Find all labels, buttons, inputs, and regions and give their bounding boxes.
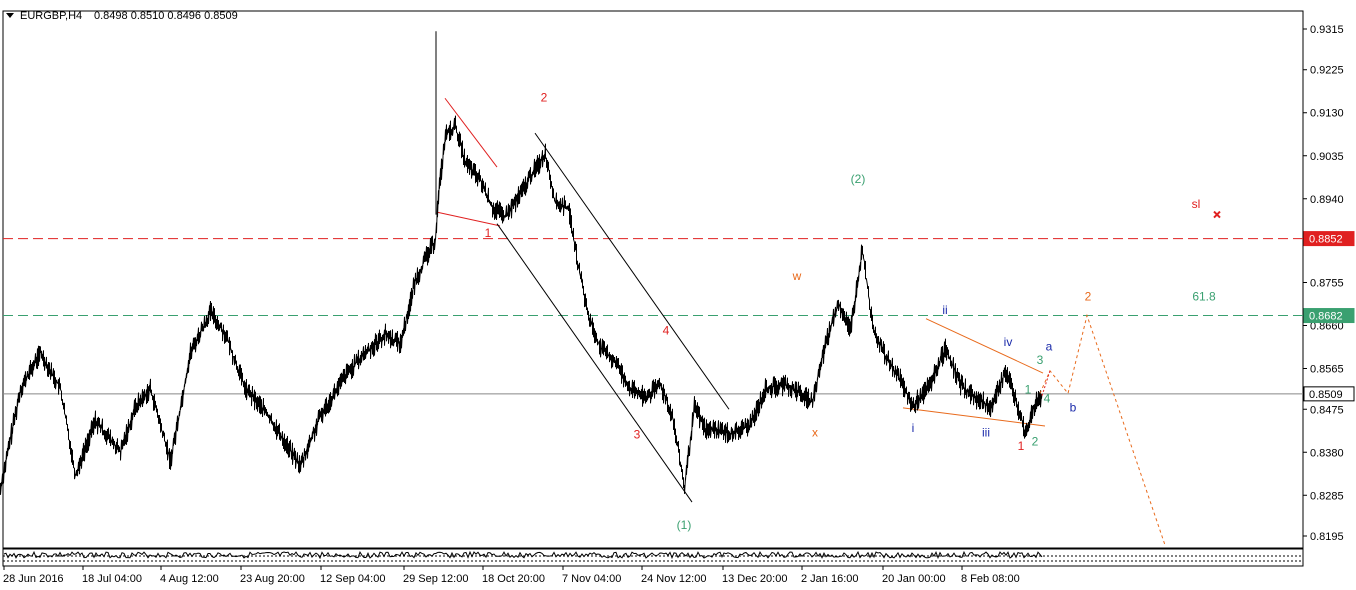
wave-label: 61.8 — [1192, 290, 1216, 304]
wave-label: 1 — [485, 226, 492, 240]
y-tick-label: 0.8755 — [1310, 278, 1344, 290]
wave-label: 2 — [541, 90, 548, 104]
price-box-label: 0.8509 — [1309, 389, 1343, 401]
x-axis: 28 Jun 2016 18 Jul 04:00 4 Aug 12:00 23 Aug… — [3, 566, 1020, 585]
price-chart[interactable]: EURGBP,H4 0.8498 0.8510 0.8496 0.8509 12… — [0, 0, 1356, 590]
y-tick-label: 0.9225 — [1310, 65, 1344, 77]
x-tick-label: 4 Aug 12:00 — [160, 573, 219, 585]
x-tick-label: 23 Aug 20:00 — [240, 573, 305, 585]
x-tick-label: 18 Jul 04:00 — [82, 573, 142, 585]
wave-label: 3 — [634, 428, 641, 442]
y-tick-label: 0.8380 — [1310, 447, 1344, 459]
y-tick-label: 0.9315 — [1310, 24, 1344, 36]
wave-label: sl — [1192, 197, 1201, 211]
wave-label: 2 — [1085, 290, 1092, 304]
wave-label: 2 — [1032, 434, 1039, 448]
indicator-subwindow[interactable] — [2, 548, 1304, 567]
y-tick-label: 0.9035 — [1310, 151, 1344, 163]
wave-label: (1) — [677, 518, 692, 532]
x-tick-label: 28 Jun 2016 — [3, 573, 64, 585]
wave-label: w — [792, 269, 802, 283]
x-tick-label: 18 Oct 20:00 — [482, 573, 545, 585]
y-tick-label: 0.8195 — [1310, 531, 1344, 543]
x-tick-label: 12 Sep 04:00 — [320, 573, 385, 585]
x-tick-label: 13 Dec 20:00 — [722, 573, 787, 585]
price-box-label: 0.8852 — [1309, 234, 1343, 246]
wave-label: b — [1070, 401, 1077, 415]
y-axis: 0.9315 0.9225 0.9130 0.9035 0.8940 0.8755 0.86… — [1303, 24, 1344, 543]
wave-label: i — [912, 421, 915, 435]
symbol-label: EURGBP,H4 — [20, 10, 82, 22]
wave-label: x — [812, 425, 818, 439]
ohlc-label: 0.8498 0.8510 0.8496 0.8509 — [94, 10, 238, 22]
y-tick-label: 0.8475 — [1310, 404, 1344, 416]
wave-label: 4 — [663, 324, 670, 338]
x-tick-label: 2 Jan 16:00 — [801, 573, 859, 585]
x-tick-label: 8 Feb 08:00 — [961, 573, 1020, 585]
x-tick-label: 24 Nov 12:00 — [641, 573, 706, 585]
y-tick-label: 0.8940 — [1310, 194, 1344, 206]
wave-label: 1 — [1025, 382, 1032, 396]
wave-label: a — [1046, 339, 1053, 353]
wave-label: ii — [942, 303, 947, 317]
x-tick-label: 20 Jan 00:00 — [882, 573, 946, 585]
price-box-label: 0.8682 — [1309, 311, 1343, 323]
y-tick-label: 0.9130 — [1310, 108, 1344, 120]
y-tick-label: 0.8565 — [1310, 364, 1344, 376]
x-tick-label: 29 Sep 12:00 — [403, 573, 468, 585]
wave-label: (2) — [851, 172, 866, 186]
wave-label: iv — [1004, 335, 1013, 349]
wave-label: 3 — [1037, 353, 1044, 367]
y-tick-label: 0.8285 — [1310, 490, 1344, 502]
x-tick-label: 7 Nov 04:00 — [562, 573, 621, 585]
plot-area — [2, 10, 1304, 549]
wave-label: 1 — [1018, 439, 1025, 453]
wave-label: 4 — [1044, 391, 1051, 405]
wave-label: iii — [982, 425, 990, 439]
